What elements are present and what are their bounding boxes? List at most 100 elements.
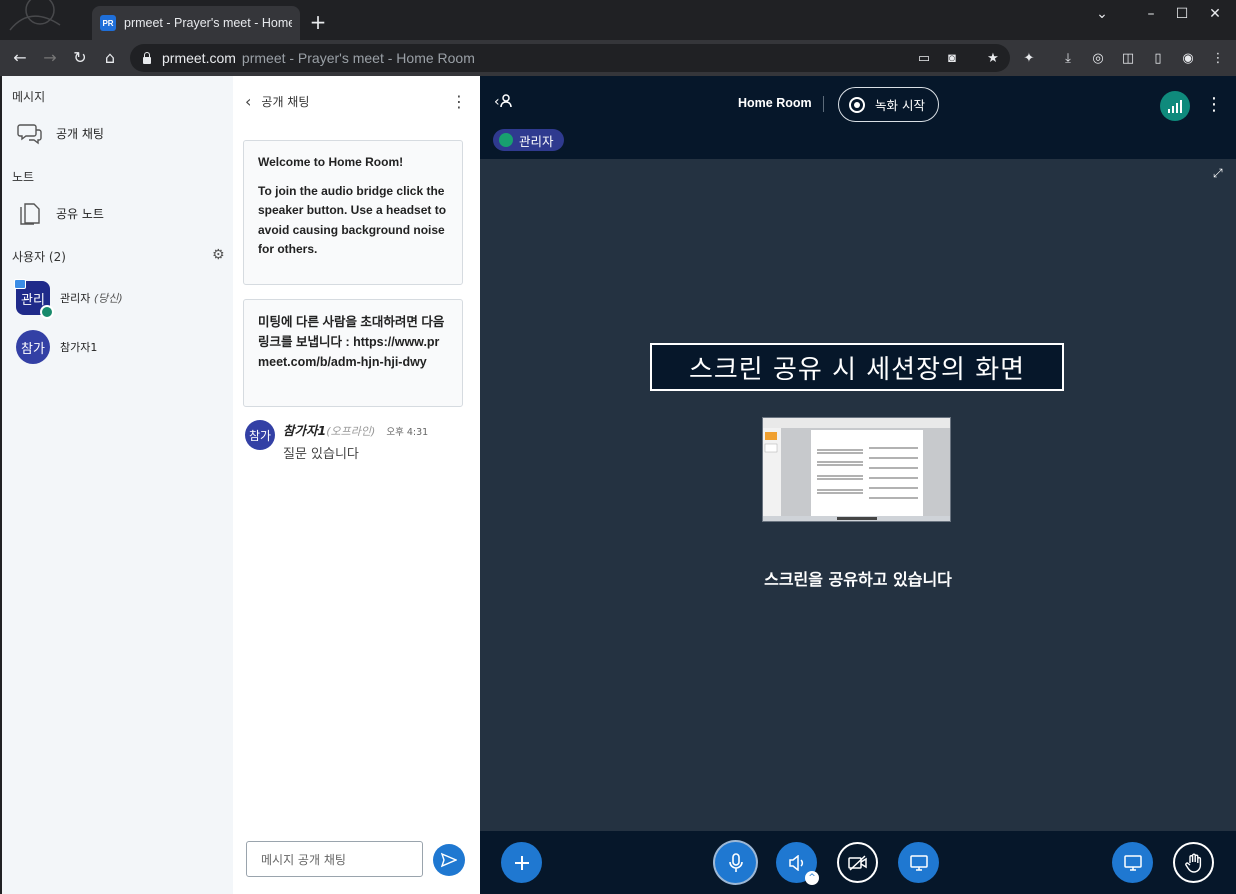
tab-title: prmeet - Prayer's meet - Home Room (124, 16, 292, 30)
share-screen-button[interactable] (898, 842, 939, 883)
camera-button[interactable] (837, 842, 878, 883)
microphone-icon (499, 133, 513, 147)
screenshot-icon[interactable]: ◎ (1089, 50, 1107, 68)
actions-button[interactable] (501, 842, 542, 883)
message-time: 오후 4:31 (386, 427, 429, 438)
mute-button[interactable] (715, 842, 756, 883)
chevron-up-icon[interactable]: ^ (805, 871, 819, 885)
browser-tab-bar: PR prmeet - Prayer's meet - Home Room + … (0, 0, 1236, 40)
raise-hand-button[interactable] (1173, 842, 1214, 883)
camera-off-icon (847, 854, 867, 871)
sidebar: 메시지 공개 채팅 노트 공유 노트 사용자 (2) ⚙ 관리 관리자 (당신) (2, 76, 233, 894)
options-menu-icon[interactable]: ⋮ (1205, 94, 1223, 115)
forward-button[interactable]: → (38, 46, 62, 70)
sidebar-item-shared-notes[interactable]: 공유 노트 (16, 199, 104, 227)
microphone-status-icon (40, 305, 54, 319)
audio-button[interactable]: ^ (776, 842, 819, 885)
favicon-icon: PR (100, 15, 116, 31)
chevron-left-icon[interactable]: ‹ (245, 92, 251, 111)
user-item[interactable]: 관리 관리자 (당신) (14, 279, 123, 319)
browser-menu-icon[interactable]: ⋮ (1209, 50, 1227, 68)
main-area: ‹ Home Room 녹화 시작 ⋮ 관리자 ⤢ 스크린 공유 시 세션장의 … (480, 76, 1236, 894)
send-icon (441, 852, 457, 868)
user-icon (499, 94, 512, 108)
home-button[interactable]: ⌂ (98, 46, 122, 70)
presentation-icon (1123, 854, 1142, 871)
chat-options-icon[interactable]: ⋮ (451, 92, 467, 111)
microphone-icon (728, 852, 743, 872)
back-button[interactable]: ← (8, 46, 32, 70)
room-title: Home Room (738, 96, 812, 110)
camera-icon[interactable]: ◙ (944, 50, 960, 66)
extensions-icon[interactable]: ✦ (1020, 50, 1038, 68)
screen-share-preview (762, 417, 951, 522)
header-divider (823, 96, 824, 112)
address-bar[interactable]: prmeet.com prmeet - Prayer's meet - Home… (130, 44, 1010, 72)
welcome-message: Welcome to Home Room! To join the audio … (243, 140, 463, 285)
split-view-icon[interactable]: ◫ (1119, 50, 1137, 68)
restore-presentation-button[interactable] (1112, 842, 1153, 883)
welcome-body: To join the audio bridge click the speak… (258, 184, 447, 256)
url-host: prmeet.com (162, 50, 236, 66)
toggle-user-list-button[interactable]: ‹ (494, 94, 512, 110)
reload-button[interactable]: ↻ (68, 46, 92, 70)
download-icon[interactable]: ⤓ (1059, 50, 1077, 68)
gear-icon[interactable]: ⚙ (212, 247, 225, 263)
user-name: 참가자1 (60, 341, 98, 354)
avatar-text: 관리 (21, 292, 45, 308)
close-window-button[interactable]: ✕ (1200, 4, 1230, 24)
bookmark-star-icon[interactable]: ★ (985, 50, 1001, 66)
record-label: 녹화 시작 (875, 98, 925, 113)
cast-icon[interactable]: ▭ (916, 50, 932, 66)
chat-header[interactable]: ‹ 공개 채팅 (245, 92, 309, 111)
new-tab-button[interactable]: + (306, 10, 330, 34)
maximize-button[interactable]: ☐ (1167, 4, 1197, 24)
avatar: 참가 (16, 330, 50, 364)
shared-screen-thumbnail (763, 418, 950, 521)
avatar-text: 참가 (21, 341, 45, 357)
invite-message: 미팅에 다른 사람을 초대하려면 다음 링크를 보냅니다 : https://w… (243, 299, 463, 407)
invite-text: 미팅에 다른 사람을 초대하려면 다음 링크를 보냅니다 : https://w… (258, 315, 445, 369)
message-text: 질문 있습니다 (283, 447, 359, 462)
avatar: 관리 (14, 279, 54, 319)
minimize-button[interactable]: – (1136, 4, 1166, 24)
talking-indicator: 관리자 (493, 129, 564, 151)
chat-message: 참가 참가자1(오프라인) 오후 4:31 질문 있습니다 (245, 420, 428, 462)
record-icon (849, 96, 865, 113)
annotation-label: 스크린 공유 시 세션장의 화면 (650, 343, 1064, 391)
chat-bubbles-icon (16, 119, 44, 147)
presenter-name: 관리자 (519, 133, 554, 149)
url-title: prmeet - Prayer's meet - Home Room (241, 50, 475, 66)
speaker-icon (788, 854, 803, 871)
chat-panel: ‹ 공개 채팅 ⋮ Welcome to Home Room! To join … (233, 76, 480, 894)
hand-icon (1184, 853, 1201, 873)
messages-heading: 메시지 (12, 90, 46, 104)
user-item[interactable]: 참가 참가자1 (16, 330, 97, 364)
monitor-icon (909, 854, 928, 871)
sidebar-item-label: 공유 노트 (56, 206, 104, 221)
sidebar-item-public-chat[interactable]: 공개 채팅 (16, 119, 104, 147)
message-author: 참가자1 (283, 423, 327, 438)
fullscreen-icon[interactable]: ⤢ (1213, 166, 1223, 181)
offline-status: (오프라인) (326, 425, 376, 438)
sidebar-item-label: 공개 채팅 (56, 126, 104, 141)
users-heading: 사용자 (2) (12, 250, 66, 264)
welcome-title: Welcome to Home Room! (258, 155, 404, 169)
tab-search-icon[interactable]: ⌄ (1087, 4, 1117, 24)
presenter-icon (14, 279, 26, 289)
lock-icon (142, 52, 152, 64)
plus-icon (514, 855, 529, 870)
connection-status-icon[interactable] (1160, 91, 1190, 121)
browser-tab[interactable]: PR prmeet - Prayer's meet - Home Room (92, 6, 300, 40)
send-button[interactable] (433, 844, 465, 876)
user-name: 관리자 (당신) (60, 292, 123, 305)
profile-icon[interactable]: ◉ (1179, 50, 1197, 68)
start-recording-button[interactable]: 녹화 시작 (838, 87, 939, 122)
browser-toolbar: ← → ↻ ⌂ prmeet.com prmeet - Prayer's mee… (0, 40, 1236, 76)
chat-message-input[interactable]: 메시지 공개 채팅 (246, 841, 423, 877)
decorative-doodle (9, 0, 61, 31)
sidebar-icon[interactable]: ▯ (1149, 50, 1167, 68)
screen-sharing-status: 스크린을 공유하고 있습니다 (764, 570, 952, 589)
avatar: 참가 (245, 420, 275, 450)
chat-title: 공개 채팅 (261, 95, 310, 109)
